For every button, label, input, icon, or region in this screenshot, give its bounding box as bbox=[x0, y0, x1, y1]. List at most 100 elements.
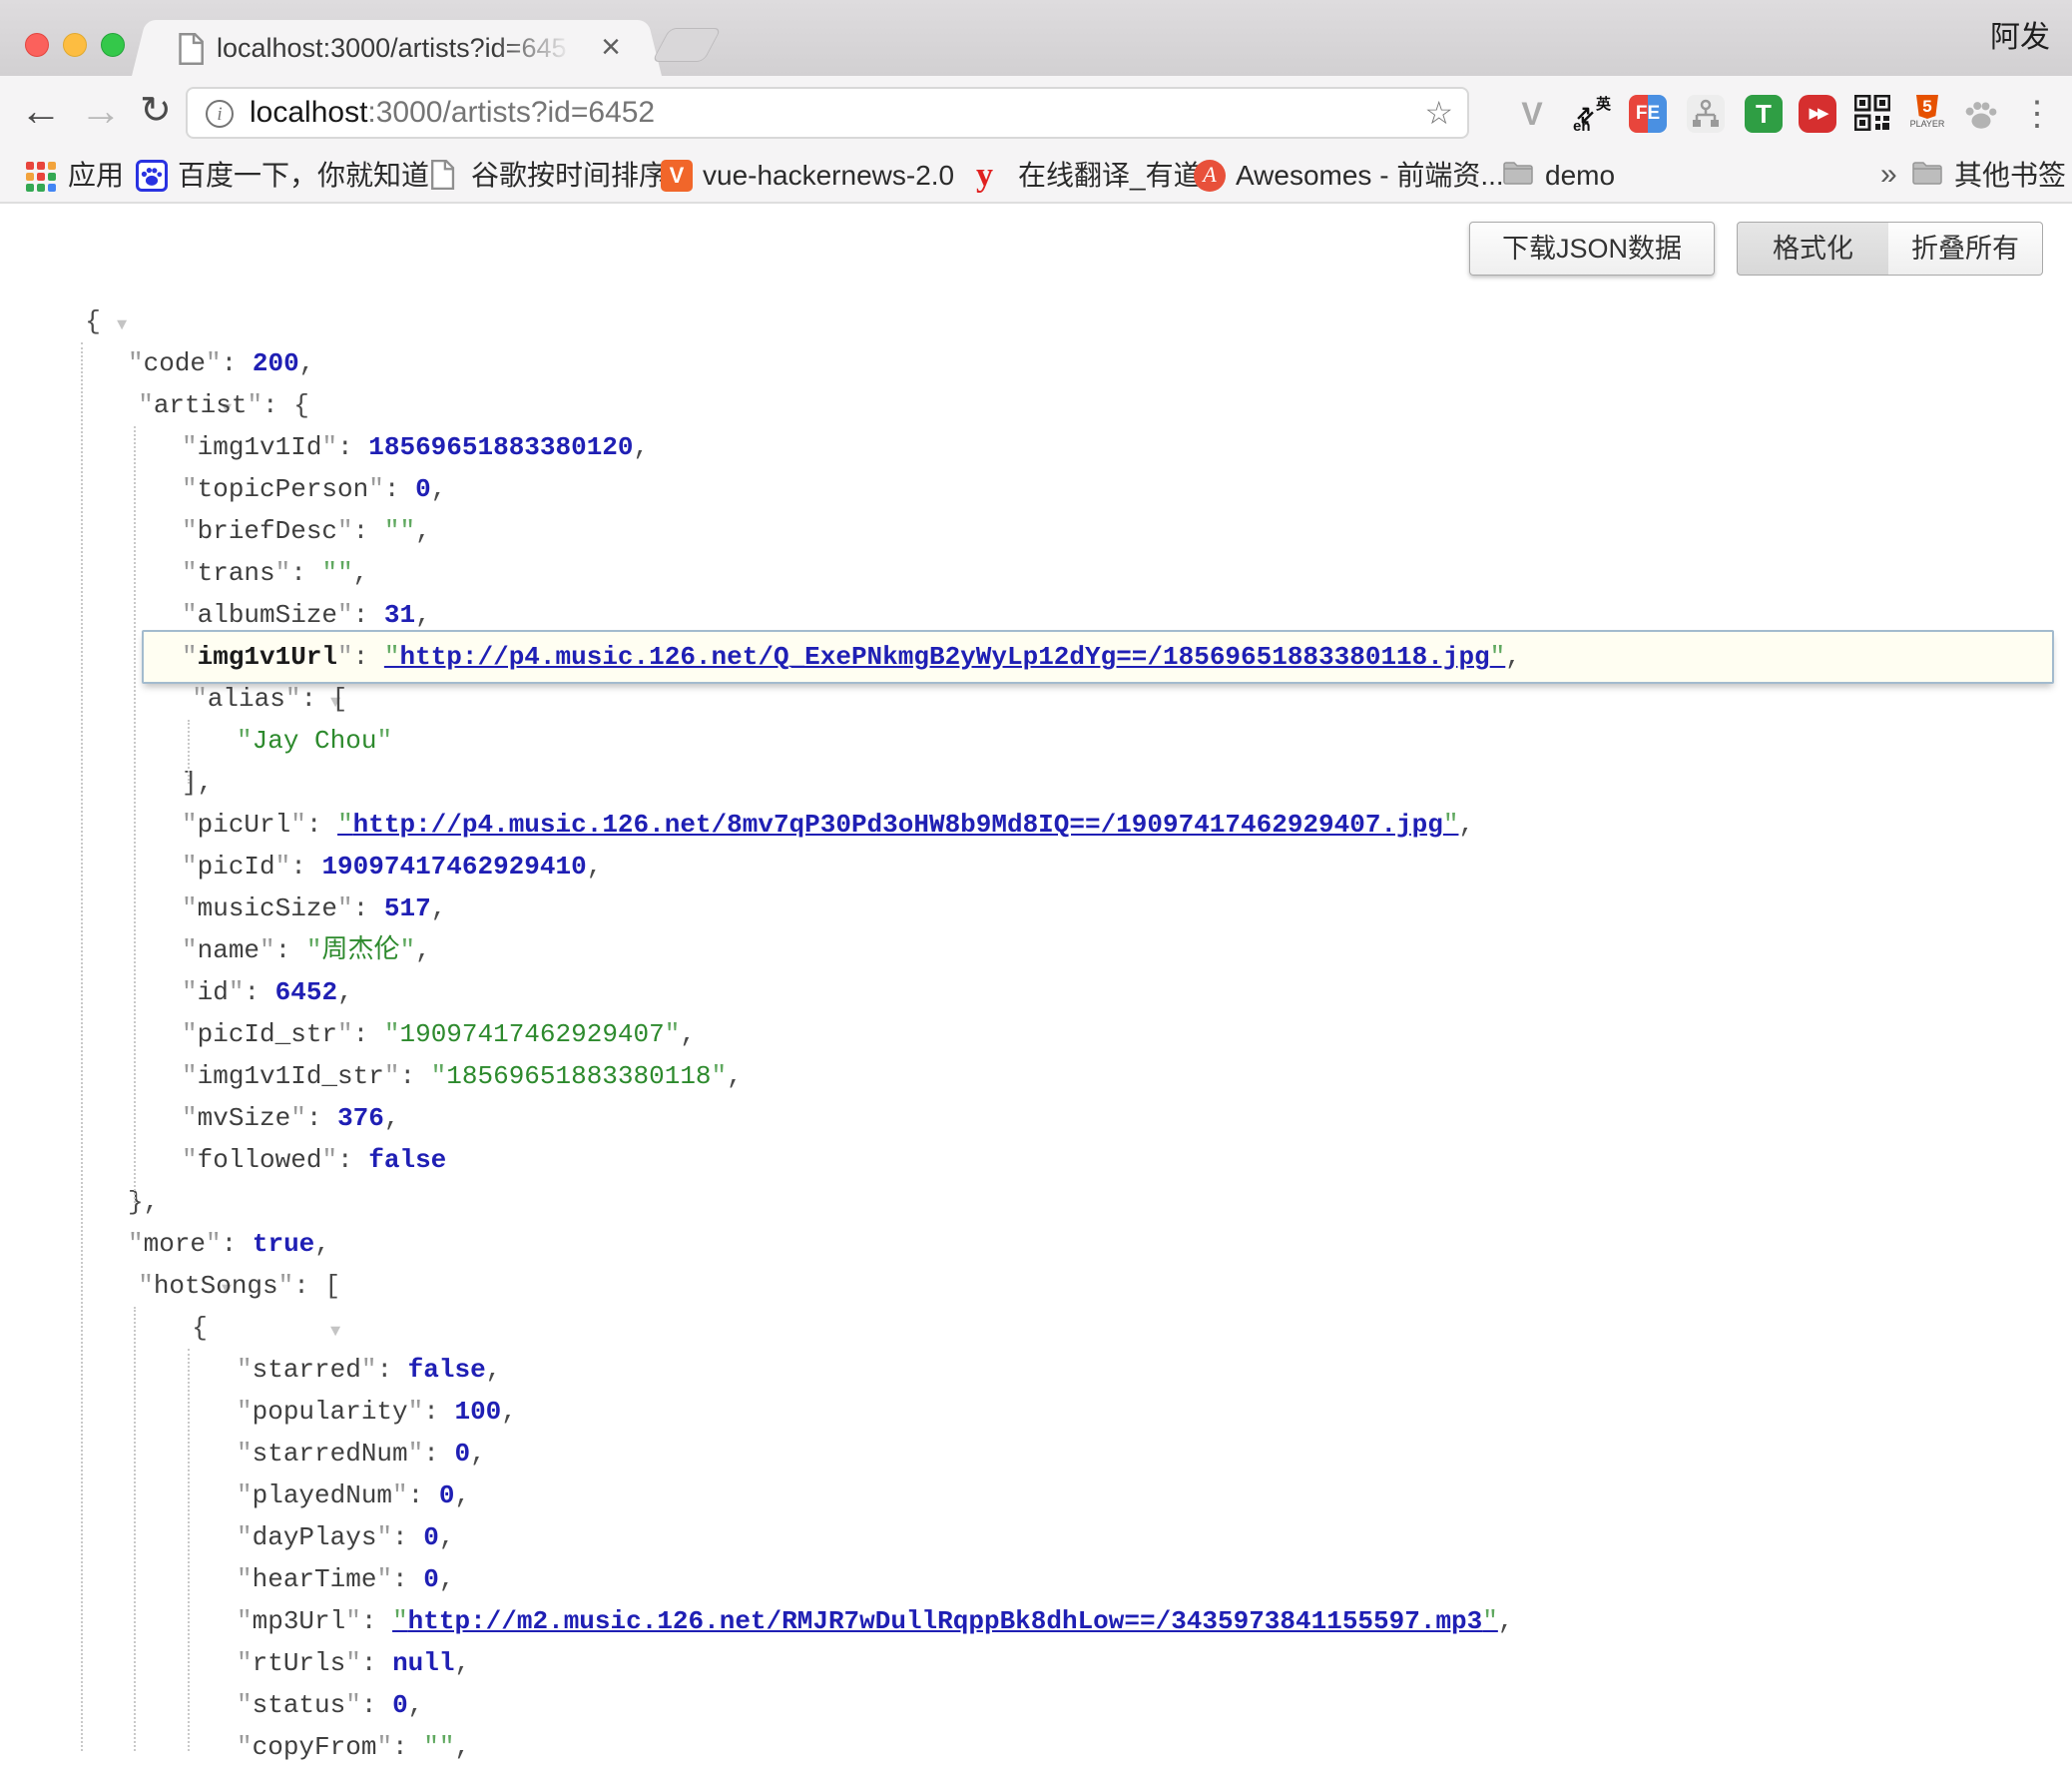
reload-button[interactable]: ↻ bbox=[140, 76, 172, 150]
json-line: playedNum: 0, bbox=[0, 1474, 2072, 1516]
video-speed-extension-icon[interactable]: ▶▶ bbox=[1799, 95, 1836, 133]
json-line: topicPerson: 0, bbox=[0, 468, 2072, 510]
sitemap-extension-icon[interactable] bbox=[1687, 95, 1725, 133]
json-token: : bbox=[384, 474, 415, 504]
json-token: : bbox=[353, 893, 384, 923]
json-token: Jay Chou bbox=[237, 726, 392, 756]
json-token: : bbox=[392, 1732, 423, 1762]
json-token: , bbox=[680, 1019, 696, 1049]
download-json-button[interactable]: 下载JSON数据 bbox=[1469, 222, 1715, 276]
vue-icon: V bbox=[661, 160, 693, 192]
json-token: , bbox=[337, 977, 353, 1007]
json-token: , bbox=[454, 1732, 470, 1762]
qr-code-extension-icon[interactable] bbox=[1854, 95, 1892, 133]
json-token: : bbox=[353, 600, 384, 630]
json-token: , bbox=[439, 1564, 455, 1594]
folder-icon bbox=[1503, 160, 1535, 192]
address-bar[interactable]: i localhost:3000/artists?id=6452 ☆ bbox=[186, 87, 1469, 139]
json-token: img1v1Id bbox=[182, 432, 337, 462]
json-token: : bbox=[361, 1690, 392, 1720]
json-token: : bbox=[392, 1522, 423, 1552]
json-token: : bbox=[361, 1648, 392, 1678]
indent-guide bbox=[134, 426, 136, 1203]
json-token: picUrl bbox=[182, 810, 306, 840]
forward-button[interactable]: → bbox=[80, 76, 122, 150]
json-line: img1v1Id_str: 18569651883380118, bbox=[0, 1055, 2072, 1097]
json-token: : bbox=[399, 1061, 430, 1091]
indent-guide bbox=[188, 1349, 190, 1751]
json-token: , bbox=[408, 1690, 424, 1720]
chrome-menu-icon[interactable]: ⋮ bbox=[2018, 95, 2056, 133]
json-token: { bbox=[85, 306, 101, 336]
browser-tab[interactable]: localhost:3000/artists?id=645 × bbox=[155, 20, 639, 76]
json-line: starredNum: 0, bbox=[0, 1433, 2072, 1474]
translate-extension-icon[interactable]: 英 ⇄ en bbox=[1573, 95, 1611, 133]
fe-helper-extension-icon[interactable]: FE bbox=[1629, 95, 1667, 133]
awesomes-icon: A bbox=[1194, 160, 1226, 192]
back-button[interactable]: ← bbox=[20, 76, 62, 150]
collapse-toggle-icon[interactable]: ▼ bbox=[330, 1323, 340, 1342]
folder-icon bbox=[1912, 160, 1944, 192]
tab-close-icon[interactable]: × bbox=[601, 20, 621, 76]
json-line: img1v1Id: 18569651883380120, bbox=[0, 426, 2072, 468]
json-url-link[interactable]: http://m2.music.126.net/RMJR7wDullRqppBk… bbox=[392, 1606, 1498, 1636]
json-line: trans: , bbox=[0, 552, 2072, 594]
json-token: 6452 bbox=[275, 977, 337, 1007]
json-token: , bbox=[439, 1522, 455, 1552]
json-line: id: 6452, bbox=[0, 971, 2072, 1013]
json-token: ], bbox=[182, 768, 213, 798]
paw-extension-icon[interactable] bbox=[1962, 95, 2000, 133]
json-token: albumSize bbox=[182, 600, 353, 630]
indent-guide bbox=[134, 1307, 136, 1751]
baidu-paw-icon bbox=[136, 160, 168, 192]
json-token: true bbox=[253, 1229, 314, 1259]
json-token: : bbox=[353, 1019, 384, 1049]
tampermonkey-extension-icon[interactable]: T bbox=[1745, 95, 1783, 133]
site-info-icon[interactable]: i bbox=[206, 100, 234, 128]
json-token: 200 bbox=[253, 348, 299, 378]
collapse-all-button[interactable]: 折叠所有 bbox=[1888, 222, 2043, 276]
json-token: : bbox=[337, 1145, 368, 1175]
fullscreen-window-button[interactable] bbox=[101, 33, 125, 57]
html5-player-extension-icon[interactable]: 5 PLAYER bbox=[1908, 95, 1946, 133]
json-token: , bbox=[486, 1355, 502, 1385]
vue-devtools-icon[interactable]: V bbox=[1513, 95, 1551, 133]
json-token: starredNum bbox=[237, 1439, 423, 1469]
bookmarks-overflow-icon[interactable]: » bbox=[1880, 150, 1897, 202]
json-line: picId: 19097417462929410, bbox=[0, 846, 2072, 887]
json-token: artist bbox=[138, 390, 262, 420]
format-button[interactable]: 格式化 bbox=[1737, 222, 1889, 276]
json-token: 0 bbox=[439, 1480, 455, 1510]
json-token: : bbox=[337, 432, 368, 462]
json-token: , bbox=[1458, 810, 1474, 840]
window-titlebar: localhost:3000/artists?id=645 × 阿发 bbox=[0, 0, 2072, 76]
minimize-window-button[interactable] bbox=[63, 33, 87, 57]
json-token: 0 bbox=[423, 1522, 439, 1552]
json-token: , bbox=[501, 1397, 517, 1427]
json-line: ▼{ bbox=[0, 1307, 2072, 1349]
json-line: code: 200, bbox=[0, 342, 2072, 384]
bookmark-star-icon[interactable]: ☆ bbox=[1424, 89, 1453, 139]
json-token: , bbox=[299, 348, 315, 378]
json-token: : bbox=[376, 1355, 407, 1385]
json-line: more: true, bbox=[0, 1223, 2072, 1265]
json-token: : { bbox=[262, 390, 309, 420]
new-tab-button[interactable] bbox=[652, 28, 722, 62]
json-url-link[interactable]: http://p4.music.126.net/Q_ExePNkmgB2yWyL… bbox=[384, 642, 1505, 672]
json-token: : bbox=[423, 1397, 454, 1427]
apps-grid-icon bbox=[26, 160, 58, 192]
json-token: , bbox=[1505, 642, 1521, 672]
profile-name[interactable]: 阿发 bbox=[1990, 0, 2050, 76]
json-token: id bbox=[182, 977, 244, 1007]
collapse-toggle-icon[interactable]: ▼ bbox=[117, 316, 127, 335]
json-token: : bbox=[275, 935, 306, 965]
json-line: starred: false, bbox=[0, 1349, 2072, 1391]
json-token: false bbox=[408, 1355, 486, 1385]
json-token: 周杰伦 bbox=[306, 935, 415, 965]
json-url-link[interactable]: http://p4.music.126.net/8mv7qP30Pd3oHW8b… bbox=[337, 810, 1458, 840]
json-line: hearTime: 0, bbox=[0, 1558, 2072, 1600]
close-window-button[interactable] bbox=[25, 33, 49, 57]
json-token: 19097417462929407 bbox=[384, 1019, 680, 1049]
json-line: musicSize: 517, bbox=[0, 887, 2072, 929]
json-token: musicSize bbox=[182, 893, 353, 923]
